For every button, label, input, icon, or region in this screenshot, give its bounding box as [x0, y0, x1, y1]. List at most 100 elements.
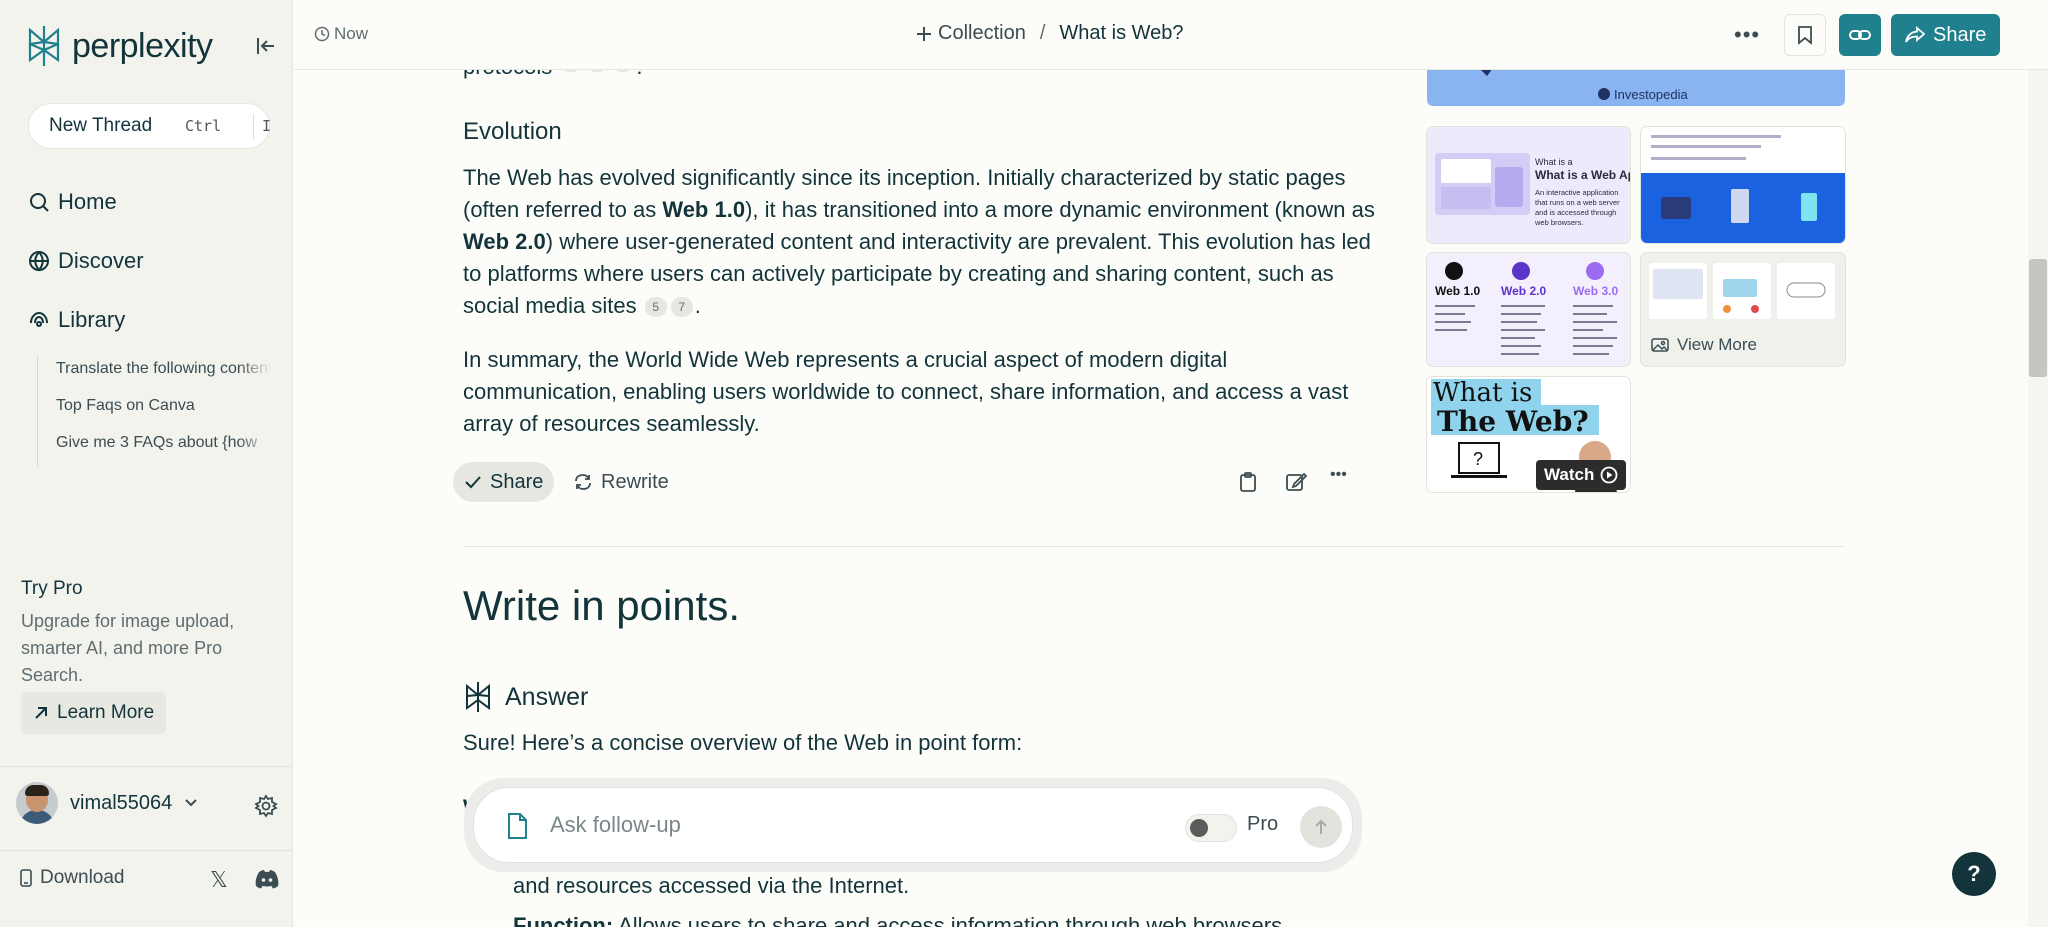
discord-icon[interactable] [254, 869, 280, 889]
citation-badge[interactable] [560, 70, 583, 72]
chevron-down-icon [185, 799, 198, 807]
pro-toggle[interactable] [1185, 814, 1237, 842]
breadcrumb-separator: / [1039, 22, 1046, 44]
tile-text: that runs on a web server [1535, 198, 1620, 207]
pro-label: Pro [1247, 813, 1279, 835]
sidebar-item-home[interactable]: Home [28, 189, 117, 215]
new-thread-button[interactable]: New Thread Ctrl I [28, 103, 271, 149]
follow-up-input-container[interactable]: Ask follow-up Pro [473, 787, 1353, 863]
library-thread-item[interactable]: Translate the following content [56, 355, 271, 392]
help-button[interactable]: ? [1952, 852, 1996, 896]
source-image-web-architecture[interactable] [1641, 127, 1845, 243]
sidebar-item-library[interactable]: Library [28, 307, 125, 333]
x-twitter-icon[interactable]: 𝕏 [210, 867, 228, 893]
edit-icon[interactable] [1284, 470, 1308, 494]
learn-more-label: Learn More [57, 702, 155, 723]
share-label: Share [1933, 23, 1987, 46]
citation-badge[interactable]: 7 [670, 297, 693, 317]
logo-text: perplexity [72, 26, 213, 65]
download-link[interactable]: Download [20, 867, 125, 889]
source-image-web-application[interactable]: What is a What is a Web Application An i… [1427, 127, 1630, 243]
image-icon [1651, 338, 1669, 352]
tile-text: Web 1.0 [1435, 284, 1480, 298]
section-heading: Evolution [463, 118, 562, 145]
thread-title[interactable]: What is Web? [1059, 22, 1183, 45]
perplexity-logo-icon [28, 26, 60, 66]
watch-label: Watch [1544, 465, 1595, 484]
divider [0, 766, 293, 767]
top-header: Now Collection / What is Web? ••• Share [294, 0, 2048, 70]
tile-text: Web 2.0 [1501, 284, 1546, 298]
shortcut-ctrl: Ctrl [185, 117, 222, 135]
copy-link-button[interactable] [1839, 14, 1881, 56]
source-name: Investopedia [1614, 87, 1688, 102]
gear-icon[interactable] [254, 794, 278, 818]
library-icon [30, 311, 48, 327]
library-thread-list: Translate the following content Top Faqs… [37, 355, 271, 466]
answer-point-text: Function: Allows users to share and acce… [513, 913, 1289, 927]
sidebar-item-label: Home [58, 189, 117, 214]
send-button[interactable] [1300, 806, 1342, 848]
library-thread-item[interactable]: Give me 3 FAQs about {how [56, 429, 271, 466]
time-label: Now [334, 24, 369, 43]
try-pro-description: Upgrade for image upload, smarter AI, an… [21, 611, 235, 685]
try-pro-promo: Try Pro Upgrade for image upload, smarte… [21, 578, 271, 689]
citation-badge[interactable] [612, 70, 635, 72]
sidebar-item-discover[interactable]: Discover [28, 248, 144, 274]
source-image-investopedia[interactable]: Investopedia [1427, 70, 1845, 106]
scrollbar-thumb[interactable] [2029, 259, 2047, 377]
tile-text: An interactive application [1535, 188, 1618, 197]
tile-text: What is [1433, 378, 1532, 408]
learn-more-button[interactable]: Learn More [21, 692, 167, 734]
web-versions-illustration: Web 1.0 Web 2.0 Web 3.0 [1427, 253, 1630, 366]
clock-icon [314, 26, 330, 42]
tile-text: The Web? [1437, 405, 1589, 438]
new-thread-label: New Thread [49, 115, 153, 136]
watch-video-button[interactable]: Watch [1536, 460, 1627, 490]
thread-time: Now [314, 24, 368, 44]
library-thread-item[interactable]: Top Faqs on Canva [56, 392, 271, 429]
follow-up-input[interactable]: Ask follow-up [550, 812, 681, 838]
view-more-label: View More [1677, 335, 1757, 354]
bookmark-button[interactable] [1784, 14, 1826, 56]
citation-badge[interactable]: 5 [644, 297, 667, 317]
tile-text: What is a Web Application [1535, 168, 1630, 182]
username: vimal55064 [70, 791, 173, 814]
add-to-collection-button[interactable]: Collection [916, 22, 1026, 45]
follow-up-bar: Ask follow-up Pro [464, 778, 1362, 872]
view-more-button[interactable]: View More [1651, 335, 1757, 355]
collection-label: Collection [938, 22, 1026, 44]
more-options-icon[interactable]: ••• [1734, 22, 1760, 48]
previous-paragraph-end: protocols . [463, 70, 643, 80]
arrow-up-right-icon [35, 707, 47, 719]
collapse-sidebar-icon[interactable] [254, 34, 278, 58]
attach-file-icon[interactable] [506, 812, 528, 840]
tile-text: Web 3.0 [1573, 284, 1618, 298]
shortcut-key: I [253, 114, 279, 140]
sidebar-item-label: Library [58, 307, 126, 332]
bookmark-icon [1798, 26, 1812, 45]
evolution-paragraph: The Web has evolved significantly since … [463, 165, 1375, 318]
refresh-icon [575, 474, 591, 490]
scrollbar-track[interactable] [2028, 0, 2048, 927]
answer-point-text: and resources accessed via the Internet. [513, 873, 910, 898]
rewrite-button[interactable]: Rewrite [573, 462, 669, 502]
more-actions-icon[interactable]: ••• [1330, 466, 1354, 490]
share-button[interactable]: Share [1891, 14, 2001, 56]
link-icon [1849, 30, 1871, 40]
source-image-web-versions[interactable]: Web 1.0 Web 2.0 Web 3.0 [1427, 253, 1630, 366]
answer-intro: Sure! Here’s a concise overview of the W… [463, 730, 1023, 755]
clipboard-icon[interactable] [1236, 470, 1260, 494]
plus-icon [917, 26, 931, 41]
search-icon [30, 193, 49, 212]
tile-text: and is accessed through [1535, 208, 1616, 217]
arrow-up-icon [1315, 819, 1327, 834]
user-menu[interactable]: vimal55064 [16, 782, 198, 824]
logo[interactable]: perplexity [24, 24, 213, 68]
web-app-illustration: What is a What is a Web Application An i… [1427, 127, 1630, 243]
citation-badge[interactable] [586, 70, 609, 72]
perplexity-answer-icon [466, 682, 490, 712]
share-answer-button[interactable]: Share [453, 462, 555, 502]
check-icon [465, 476, 481, 489]
sidebar: perplexity New Thread Ctrl I Home Discov… [0, 0, 293, 927]
